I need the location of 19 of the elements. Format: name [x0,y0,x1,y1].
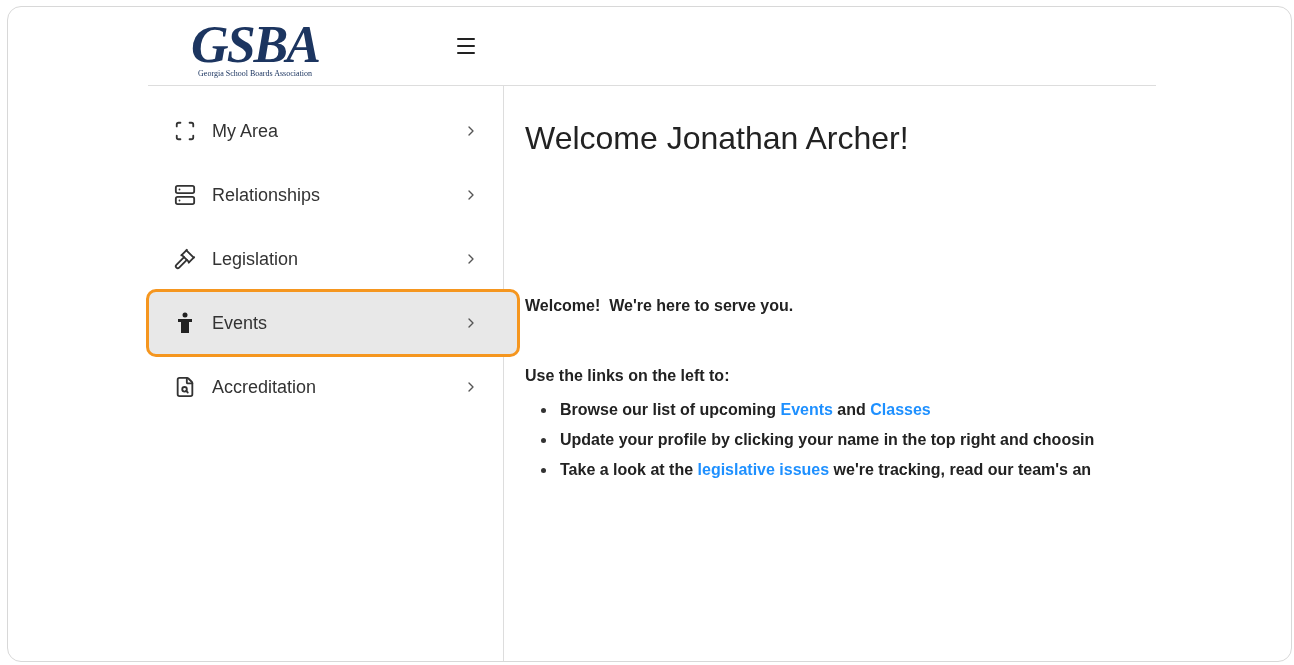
bullet-text: Update your profile by clicking your name in the top right and choosin [560,431,1095,449]
bullet-icon [541,407,546,413]
sidebar-item[interactable]: Relationships [148,163,503,227]
gsba-logo[interactable]: GSBA Georgia School Boards Association [174,14,336,78]
links-intro: Use the links on the left to: [525,367,731,385]
sidebar-item[interactable]: My Area [148,99,503,163]
bullet-icon [541,437,546,443]
scan-focus-icon [174,120,196,142]
stacked-rows-icon [174,184,196,206]
sidebar-item[interactable]: Events [148,291,518,355]
bullet-icon [541,467,546,473]
sidebar-item[interactable]: Legislation [148,227,503,291]
bullet-text: Browse our list of upcoming Events and Classes [560,401,931,419]
welcome-message: Welcome! We're here to serve you. [525,297,795,315]
document-search-icon [174,376,196,398]
bullet-text: Take a look at the legislative issues we're tracking, read our team's an [560,461,1092,479]
gavel-icon [174,248,196,270]
sidebar-item[interactable]: Accreditation [148,355,503,419]
welcome-title: Welcome Jonathan Archer! [525,120,910,157]
